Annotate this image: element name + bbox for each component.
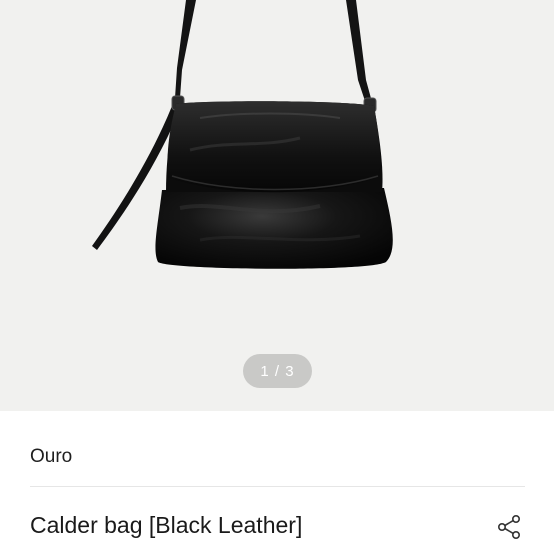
gallery-pager: 1 / 3	[243, 354, 312, 388]
share-icon	[497, 514, 520, 539]
product-title: Calder bag [Black Leather]	[30, 512, 303, 538]
share-button[interactable]	[494, 512, 524, 542]
brand-name[interactable]: Ouro	[30, 446, 72, 468]
product-image-gallery[interactable]: 1 / 3	[0, 0, 554, 411]
divider	[30, 486, 525, 487]
product-image	[92, 0, 393, 269]
